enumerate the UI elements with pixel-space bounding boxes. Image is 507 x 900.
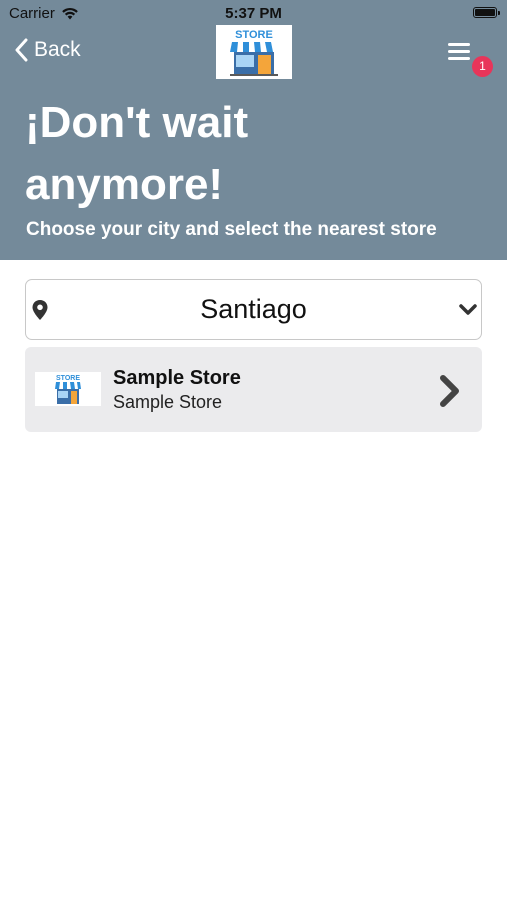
notification-badge: 1	[472, 56, 493, 77]
store-list-item[interactable]: STORE Sample Store Sample Store	[25, 347, 482, 432]
page-title: ¡Don't wait anymore!	[25, 98, 249, 209]
status-time: 5:37 PM	[225, 5, 282, 22]
store-logo: STORE	[216, 25, 292, 79]
app-header: Carrier 5:37 PM Back STORE 1 ¡Don't wait…	[0, 0, 507, 260]
back-button[interactable]: Back	[14, 38, 81, 62]
logo-text: STORE	[235, 29, 273, 41]
store-subtitle: Sample Store	[113, 392, 223, 412]
page-subtitle: Choose your city and select the nearest …	[26, 219, 437, 240]
store-thumbnail: STORE	[35, 372, 101, 406]
menu-button[interactable]	[446, 43, 472, 63]
thumb-logo-text: STORE	[56, 375, 80, 382]
status-bar: Carrier 5:37 PM	[0, 0, 507, 28]
store-name: Sample Store	[113, 367, 241, 389]
selected-city: Santiago	[200, 294, 307, 324]
chevron-right-icon	[440, 375, 459, 407]
back-label: Back	[34, 38, 81, 61]
city-dropdown[interactable]: Santiago	[25, 279, 482, 340]
chevron-left-icon	[15, 38, 28, 62]
battery-icon	[473, 7, 500, 18]
chevron-down-icon	[459, 304, 477, 315]
